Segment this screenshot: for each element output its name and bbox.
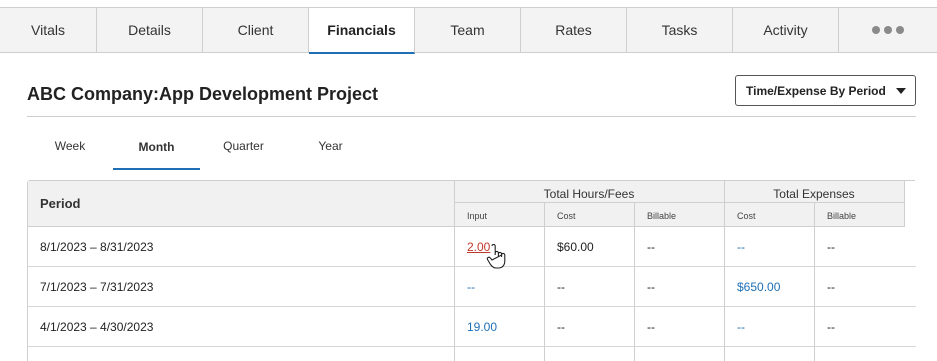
cell-cost: -- — [557, 280, 565, 294]
more-dots-icon — [872, 26, 904, 34]
cell-billable: -- — [647, 320, 655, 334]
group-header-hours-fees: Total Hours/Fees — [543, 187, 635, 201]
header-divider — [27, 116, 916, 117]
cell-cost: -- — [557, 320, 565, 334]
more-tabs-button[interactable] — [839, 8, 937, 52]
tab-vitals[interactable]: Vitals — [0, 8, 97, 52]
subtab-week[interactable]: Week — [27, 126, 113, 166]
cell-billable: -- — [647, 280, 655, 294]
column-header-cost[interactable]: Cost — [557, 211, 576, 221]
column-header-expense-cost[interactable]: Cost — [737, 211, 756, 221]
table-row: 8/1/2023 – 8/31/2023 2.00 $60.00 -- -- -… — [28, 227, 916, 267]
table-row: 4/1/2023 – 4/30/2023 19.00 -- -- -- -- — [28, 307, 916, 347]
cell-input-link[interactable]: -- — [467, 280, 475, 294]
subtab-year[interactable]: Year — [287, 126, 374, 166]
top-tab-bar: Vitals Details Client Financials Team Ra… — [0, 7, 937, 54]
group-header-expenses: Total Expenses — [773, 187, 855, 201]
tab-tasks[interactable]: Tasks — [627, 8, 733, 52]
column-header-expense-billable[interactable]: Billable — [827, 211, 856, 221]
table-row: 7/1/2023 – 7/31/2023 -- -- -- $650.00 -- — [28, 267, 916, 307]
cell-period: 4/1/2023 – 4/30/2023 — [40, 320, 154, 334]
period-table: Period Total Hours/Fees Total Expenses I… — [27, 180, 916, 361]
tab-activity[interactable]: Activity — [733, 8, 839, 52]
period-subtabs: Week Month Quarter Year — [27, 126, 374, 170]
page-title: ABC Company:App Development Project — [27, 84, 379, 104]
view-select[interactable]: Time/Expense By Period — [735, 75, 916, 106]
table-header: Period Total Hours/Fees Total Expenses I… — [28, 181, 905, 227]
subtab-quarter[interactable]: Quarter — [200, 126, 287, 166]
tab-financials[interactable]: Financials — [309, 8, 415, 54]
cell-expense-billable: -- — [827, 320, 835, 334]
cell-expense-cost-link[interactable]: $650.00 — [737, 280, 780, 294]
tab-team[interactable]: Team — [415, 8, 521, 52]
hand-pointer-cursor-icon — [486, 244, 506, 269]
view-select-value: Time/Expense By Period — [746, 83, 886, 98]
subtab-month[interactable]: Month — [113, 126, 200, 170]
tab-rates[interactable]: Rates — [521, 8, 627, 52]
tab-details[interactable]: Details — [97, 8, 203, 52]
cell-expense-cost-link[interactable]: -- — [737, 320, 745, 334]
tab-client[interactable]: Client — [203, 8, 309, 52]
cell-expense-cost-link[interactable]: -- — [737, 240, 745, 254]
column-header-billable[interactable]: Billable — [647, 211, 676, 221]
cell-billable: -- — [647, 240, 655, 254]
cell-period: 8/1/2023 – 8/31/2023 — [40, 240, 154, 254]
column-header-input[interactable]: Input — [467, 211, 487, 221]
cell-period: 7/1/2023 – 7/31/2023 — [40, 280, 154, 294]
cell-expense-billable: -- — [827, 280, 835, 294]
column-header-period[interactable]: Period — [40, 196, 80, 211]
cell-expense-billable: -- — [827, 240, 835, 254]
chevron-down-icon — [896, 88, 906, 94]
cell-input-link[interactable]: 19.00 — [467, 320, 497, 334]
cell-cost: $60.00 — [557, 240, 594, 254]
